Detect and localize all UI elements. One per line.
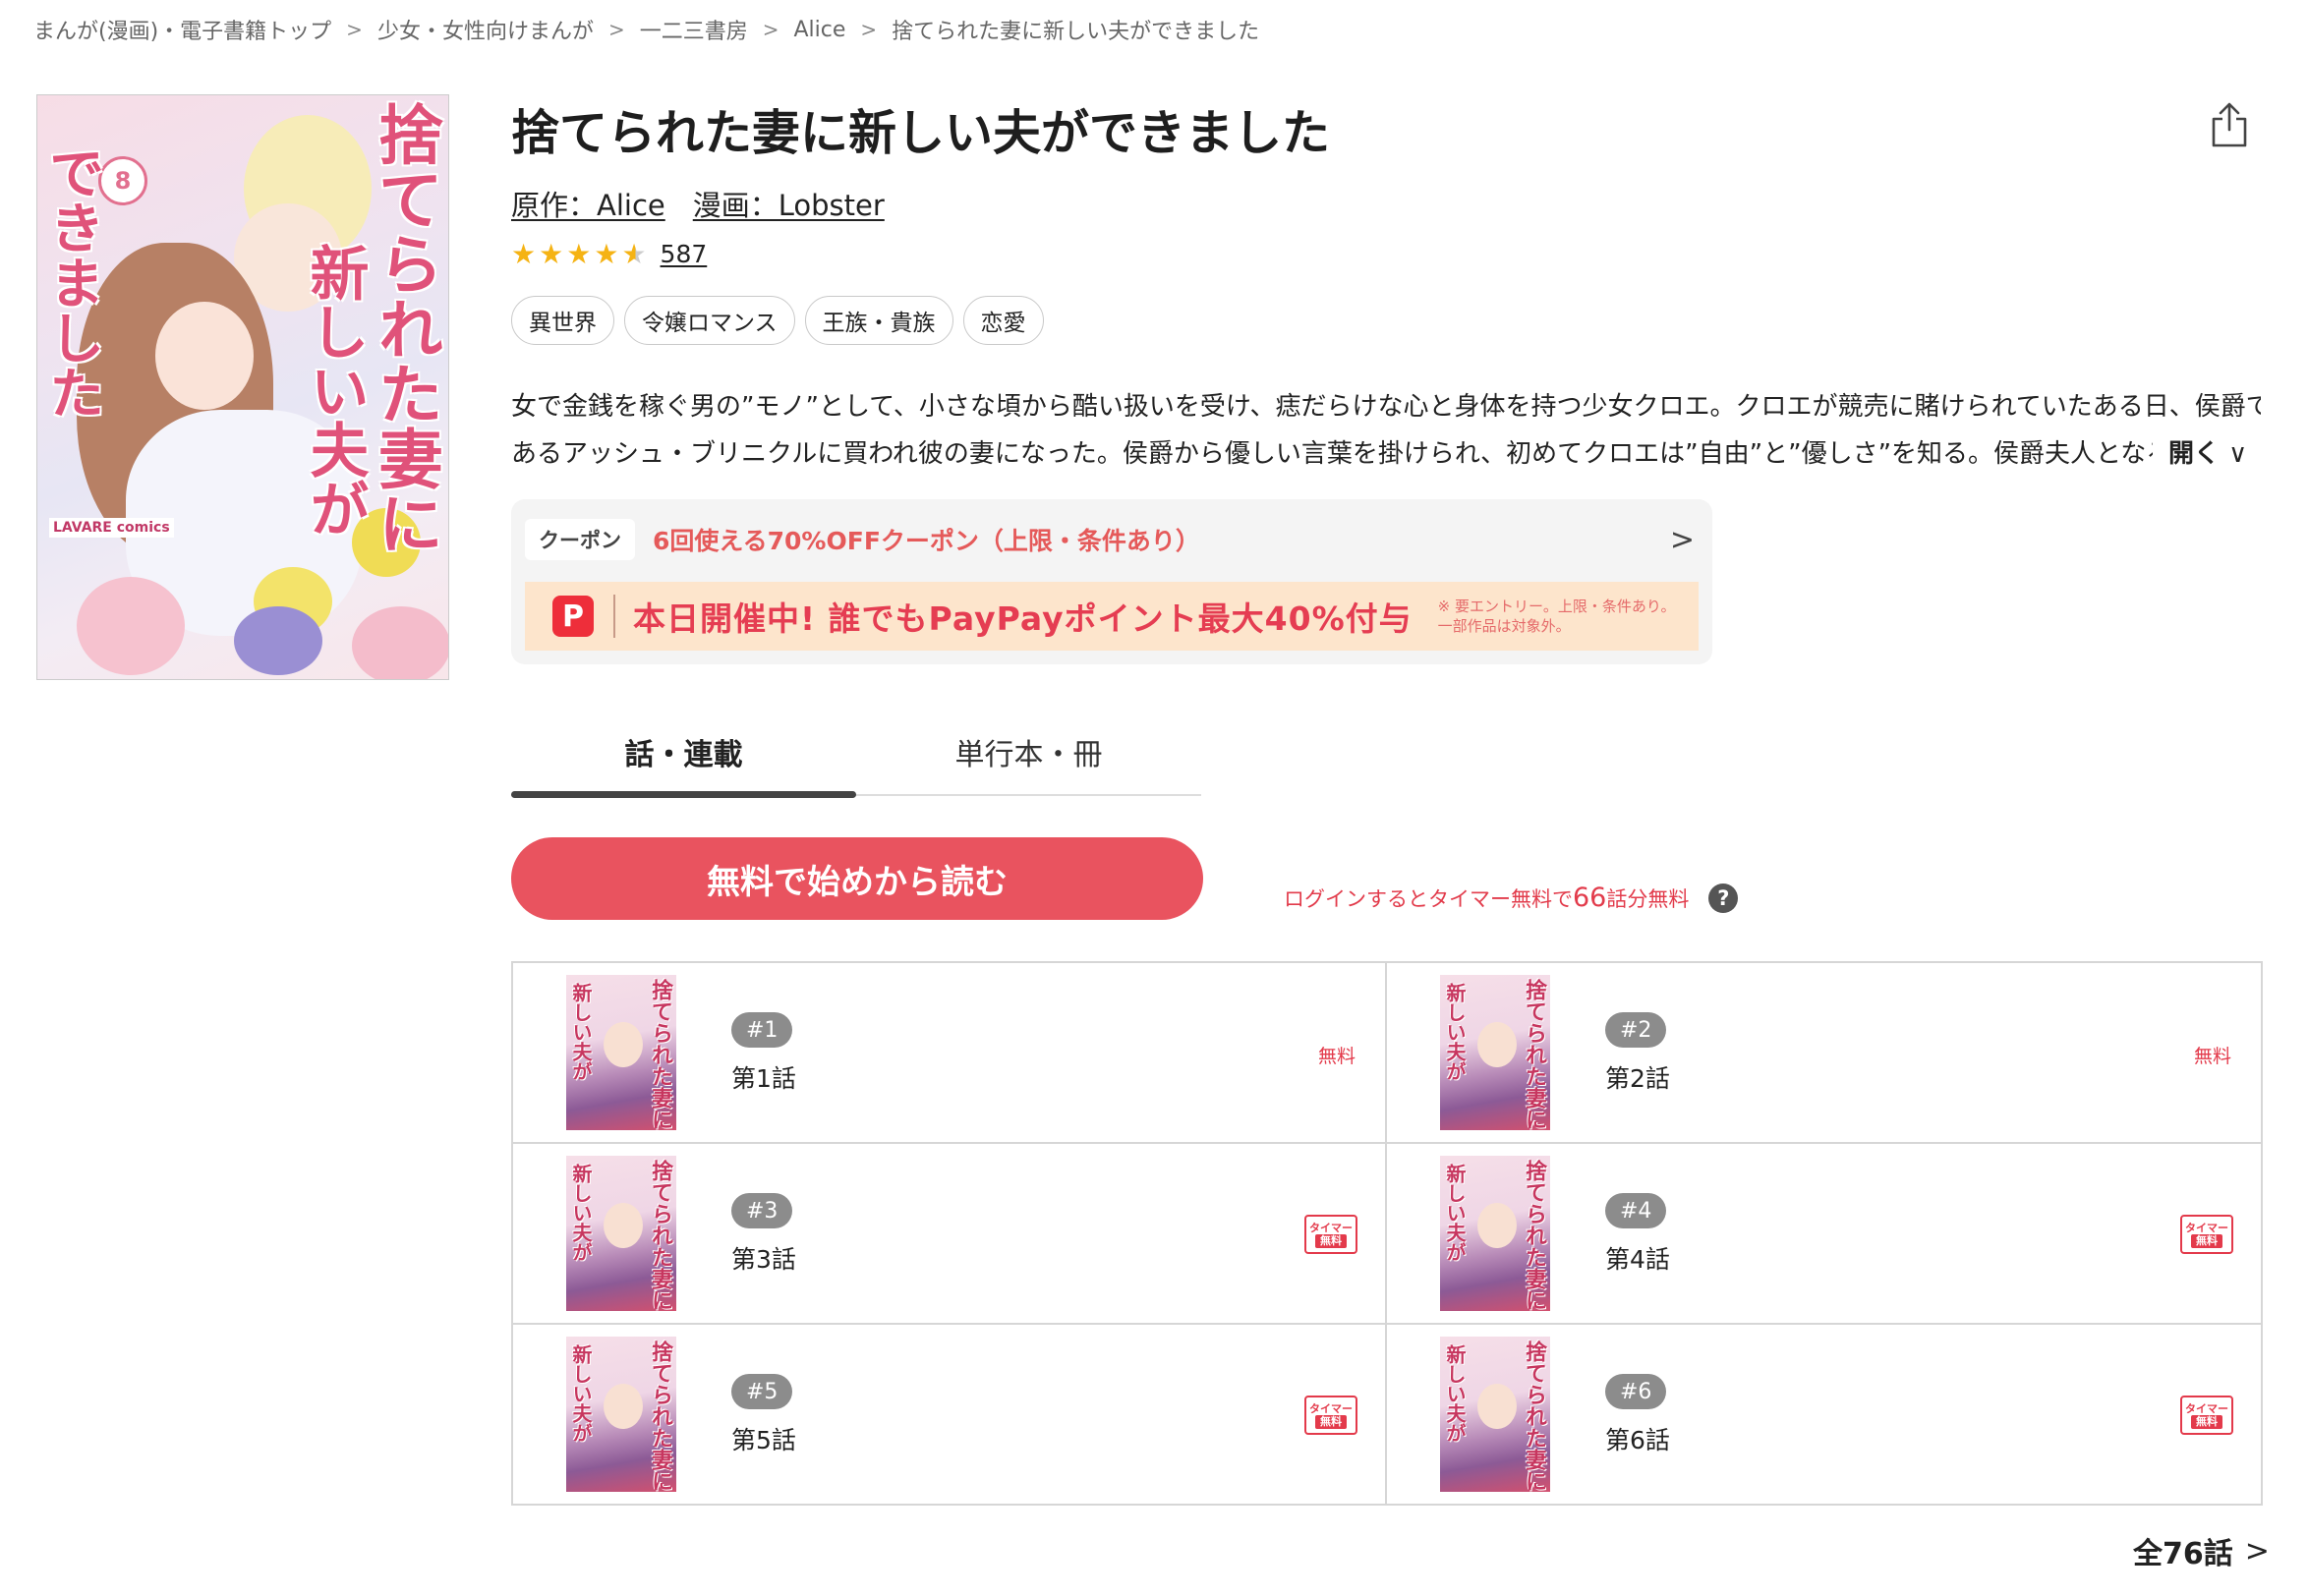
tab-volumes[interactable]: 単行本・冊 [856,710,1201,794]
chevron-right-icon: > [762,18,779,41]
episode-thumbnail: 捨てられた妻に 新しい夫が [1440,1337,1550,1492]
episode-number: #6 [1605,1374,1667,1409]
timer-free-badge: タイマー 無料 [1304,1215,1357,1254]
author-art-link[interactable]: 漫画：Lobster [693,183,885,224]
cover-image[interactable]: 8 捨てられた妻に 新しい夫が できました LAVARE comics [36,94,449,680]
cover-face-female [155,302,254,410]
breadcrumb-item-genre[interactable]: 少女・女性向けまんが [377,14,594,45]
tag-isekai[interactable]: 異世界 [511,296,614,345]
breadcrumb: まんが(漫画)・電子書籍トップ > 少女・女性向けまんが > 一二三書房 > A… [33,14,1259,45]
genre-tags: 異世界 令嬢ロマンス 王族・貴族 恋愛 [511,296,1044,345]
episode-number: #3 [731,1193,793,1228]
episode-title: 第1話 [731,1064,796,1093]
coupon-row[interactable]: クーポン 6回使える70%OFFクーポン（上限・条件あり） > [525,509,1699,570]
author-credits: 原作：Alice 漫画：Lobster [511,183,885,224]
description-line: 女で金銭を稼ぐ男の”モノ”として、小さな頃から酷い扱いを受け、痣だらけな心と身体… [511,392,2261,422]
coupon-text: 6回使える70%OFFクーポン（上限・条件あり） [653,527,1200,555]
episode-title: 第2話 [1605,1064,1670,1093]
cover-label-logo: LAVARE comics [49,518,174,538]
episode-title: 第4話 [1605,1245,1670,1274]
timer-free-badge: タイマー 無料 [2180,1396,2233,1435]
description-line: あるアッシュ・ブリニクルに買われ彼の妻になった。侯爵から優しい言葉を掛けられ、初… [511,439,2153,469]
paypay-banner[interactable]: P 本日開催中! 誰でもPayPayポイント最大40%付与 ※ 要エントリー。上… [525,582,1699,651]
star-icon: ★ [539,237,564,270]
breadcrumb-item-publisher[interactable]: 一二三書房 [640,14,748,45]
episode-item[interactable]: 捨てられた妻に 新しい夫が #6 第6話 タイマー 無料 [1387,1325,2261,1504]
breadcrumb-item-author[interactable]: Alice [794,18,846,42]
all-episodes-link[interactable]: 全76話 > [2133,1529,2270,1572]
episode-thumbnail: 捨てられた妻に 新しい夫が [1440,975,1550,1130]
format-tabs: 話・連載 単行本・冊 [511,710,1201,798]
login-free-note[interactable]: ログインするとタイマー無料で 66 話分無料 ? [1284,883,1739,913]
episode-number: #1 [731,1012,793,1048]
chevron-right-icon: > [1669,523,1695,557]
free-label: 無料 [2193,1046,2231,1067]
tab-episodes[interactable]: 話・連載 [511,710,856,798]
chevron-right-icon: > [346,18,363,41]
episode-number: #5 [731,1374,793,1409]
cover-title-1: 捨てられた妻に [368,101,444,555]
episode-item[interactable]: 捨てられた妻に 新しい夫が #3 第3話 タイマー 無料 [513,1144,1387,1325]
episode-item[interactable]: 捨てられた妻に 新しい夫が #4 第4話 タイマー 無料 [1387,1144,2261,1325]
cover-title-2: 新しい夫が [300,243,369,538]
tag-romance[interactable]: 恋愛 [962,296,1044,345]
episode-title: 第3話 [731,1245,796,1274]
help-icon[interactable]: ? [1708,883,1739,913]
paypay-note: ※ 要エントリー。上限・条件あり。 一部作品は対象外。 [1437,598,1676,635]
star-icon: ★ [566,237,592,270]
cover-flower-purple [234,606,322,675]
breadcrumb-item-current: 捨てられた妻に新しい夫ができました [892,20,1260,44]
read-from-start-button[interactable]: 無料で始めから読む [511,837,1203,920]
page-title: 捨てられた妻に新しい夫ができました [511,105,1331,161]
episode-thumbnail: 捨てられた妻に 新しい夫が [1440,1156,1550,1311]
coupon-label: クーポン [525,519,635,560]
episode-item[interactable]: 捨てられた妻に 新しい夫が #1 第1話 無料 [513,963,1387,1144]
star-half-icon: ★ [621,237,647,270]
episode-number: #4 [1605,1193,1667,1228]
episode-thumbnail: 捨てられた妻に 新しい夫が [566,1156,676,1311]
episode-title: 第5話 [731,1426,796,1454]
rating-stars: ★ ★ ★ ★ ★ [511,237,647,270]
timer-free-badge: タイマー 無料 [2180,1215,2233,1254]
breadcrumb-item-top[interactable]: まんが(漫画)・電子書籍トップ [33,14,331,45]
share-icon[interactable] [2210,100,2249,149]
timer-free-badge: タイマー 無料 [1304,1396,1357,1435]
cover-volume-badge: 8 [98,156,147,205]
episode-item[interactable]: 捨てられた妻に 新しい夫が #5 第5話 タイマー 無料 [513,1325,1387,1504]
review-count-link[interactable]: 587 [661,240,708,268]
episode-thumbnail: 捨てられた妻に 新しい夫が [566,975,676,1130]
paypay-banner-text: 本日開催中! 誰でもPayPayポイント最大40%付与 [633,599,1413,638]
coupon-box: クーポン 6回使える70%OFFクーポン（上限・条件あり） > P 本日開催中!… [511,499,1712,664]
rating: ★ ★ ★ ★ ★ 587 [511,240,707,268]
star-icon: ★ [511,237,537,270]
paypay-logo-icon: P [552,596,594,637]
cover-flower-pink [352,606,448,679]
episode-number: #2 [1605,1012,1667,1048]
chevron-right-icon: > [607,18,625,41]
episode-thumbnail: 捨てられた妻に 新しい夫が [566,1337,676,1492]
episode-list: 捨てられた妻に 新しい夫が #1 第1話 無料 捨てられた妻に 新しい夫が #2… [511,961,2263,1506]
description: 女で金銭を稼ぐ男の”モノ”として、小さな頃から酷い扱いを受け、痣だらけな心と身体… [511,383,2261,478]
author-original-link[interactable]: 原作：Alice [511,183,665,224]
star-icon: ★ [594,237,619,270]
tag-royalty[interactable]: 王族・貴族 [804,296,953,345]
cover-flower-pink [77,577,185,675]
free-label: 無料 [1317,1046,1356,1067]
chevron-down-icon: ∨ [2228,439,2248,469]
chevron-right-icon: > [2244,1533,2270,1568]
episode-title: 第6話 [1605,1426,1670,1454]
tag-reijo-romance[interactable]: 令嬢ロマンス [624,296,795,345]
cover-title-3: できました [40,144,105,420]
expand-description-button[interactable]: 開く ∨ [2168,430,2247,478]
episode-item[interactable]: 捨てられた妻に 新しい夫が #2 第2話 無料 [1387,963,2261,1144]
chevron-right-icon: > [860,18,878,41]
